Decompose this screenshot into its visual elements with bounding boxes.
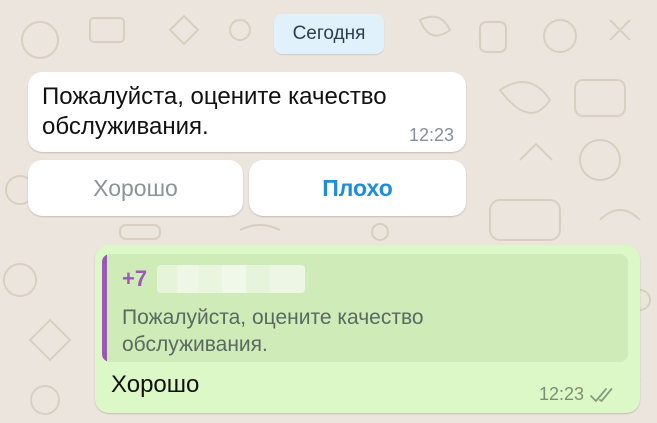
outgoing-message-meta: 12:23 — [539, 384, 618, 405]
quick-reply-good-button[interactable]: Хорошо — [28, 160, 243, 216]
quote-text: Пожалуйста, оцените качество обслуживани… — [122, 306, 424, 356]
quote-sender-prefix: +7 — [122, 266, 148, 291]
quote-sender: +7 — [122, 264, 306, 294]
outgoing-message-time: 12:23 — [538, 384, 584, 404]
date-separator: Сегодня — [274, 14, 384, 54]
redacted-phone-number — [157, 265, 306, 293]
incoming-message-bubble[interactable]: Пожалуйста, оцените качество обслуживани… — [28, 72, 466, 152]
incoming-message-text: Пожалуйста, оцените качество обслуживани… — [42, 83, 387, 140]
incoming-message-time: 12:23 — [408, 125, 454, 145]
outgoing-message-text: Хорошо — [111, 371, 200, 398]
quick-reply-bad-button[interactable]: Плохо — [249, 160, 466, 216]
double-check-icon — [590, 387, 613, 402]
outgoing-message-bubble[interactable]: +7 Пожалуйста, оцените качество обслужив… — [95, 245, 640, 413]
quoted-message[interactable]: +7 Пожалуйста, оцените качество обслужив… — [102, 254, 628, 362]
quote-accent-bar — [102, 254, 107, 362]
